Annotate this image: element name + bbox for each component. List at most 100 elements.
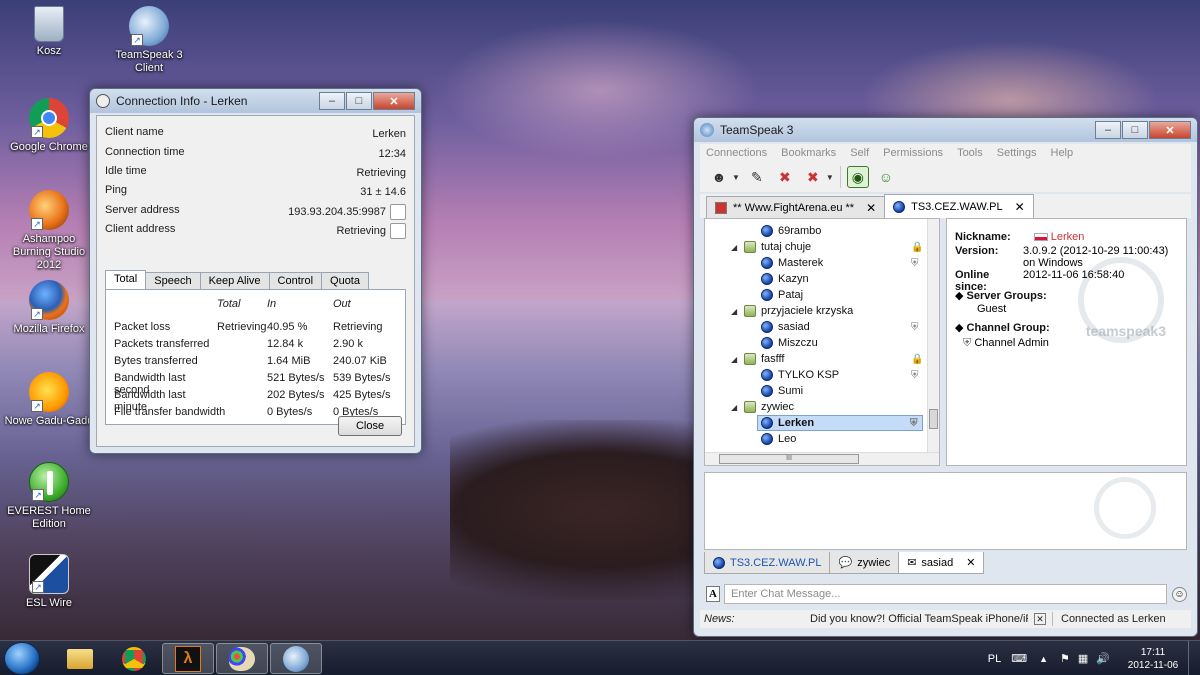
tree-user[interactable]: Kazyn (761, 271, 809, 287)
close-tab-icon[interactable]: ✕ (966, 556, 975, 569)
dropdown-arrow-icon[interactable]: ▼ (732, 173, 740, 182)
show-hidden-icons[interactable]: ▲ (1039, 654, 1048, 664)
text-format-icon[interactable]: A (706, 586, 720, 602)
desktop-icon-gadu-gadu[interactable]: ↗ Nowe Gadu-Gadu (4, 372, 94, 428)
news-ticker[interactable]: Did you know?! Official TeamSpeak iPhone… (810, 613, 1028, 625)
desktop-icon-firefox[interactable]: ↗ Mozilla Firefox (4, 280, 94, 336)
subscribe-icon[interactable]: ◉ (846, 166, 869, 188)
language-indicator[interactable]: PL (988, 653, 1001, 665)
tab-speech[interactable]: Speech (145, 272, 201, 289)
gadu-gadu-icon: ↗ (29, 372, 69, 412)
show-desktop-button[interactable] (1188, 641, 1200, 675)
taskbar-chrome[interactable] (108, 643, 160, 674)
menu-connections[interactable]: Connections (706, 147, 767, 159)
tree-user[interactable]: Sumi (761, 383, 803, 399)
server-groups-header: ◆ Server Groups: (955, 289, 1047, 302)
emoticon-icon[interactable]: ☺ (1172, 587, 1187, 602)
server-tab-fightarena[interactable]: ** Www.FightArena.eu ** ✕ (706, 196, 886, 218)
menu-settings[interactable]: Settings (997, 147, 1037, 159)
lock-icon: 🔒 (911, 241, 924, 253)
chat-tab-private[interactable]: ✉ sasiad ✕ (898, 552, 985, 574)
tab-quota[interactable]: Quota (321, 272, 369, 289)
menu-self[interactable]: Self (850, 147, 869, 159)
close-tab-icon[interactable]: ✕ (866, 201, 876, 215)
desktop-icon-ashampoo[interactable]: ↗ Ashampoo Burning Studio 2012 (4, 190, 94, 272)
tree-user[interactable]: sasiad ⛨ (761, 319, 921, 335)
mute-microphone-icon[interactable]: ✖ (774, 166, 796, 188)
info-label: Server address (105, 204, 180, 216)
copy-icon[interactable] (390, 204, 406, 220)
tab-total[interactable]: Total (105, 270, 147, 289)
minimize-button[interactable]: ‒ (1095, 121, 1121, 139)
vertical-scrollbar[interactable] (927, 219, 939, 453)
desktop-icon-recycle-bin[interactable]: Kosz (4, 6, 94, 58)
away-status-icon[interactable]: ☻ (708, 166, 730, 188)
taskbar-paint[interactable] (216, 643, 268, 674)
tab-control[interactable]: Control (268, 272, 323, 289)
volume-icon[interactable]: 🔊 (1096, 652, 1110, 665)
copy-icon[interactable] (390, 223, 406, 239)
close-tab-icon[interactable]: ✕ (1015, 200, 1025, 214)
mute-speakers-icon[interactable]: ✖ (802, 166, 824, 188)
action-center-icon[interactable]: ⚑ (1060, 652, 1070, 665)
expander-icon[interactable]: ◢ (731, 243, 739, 252)
network-icon[interactable]: ▦ (1078, 652, 1088, 665)
chat-watermark-logo (1094, 477, 1156, 539)
chat-tab-channel[interactable]: 💬 zywiec (829, 552, 900, 574)
tab-keep-alive[interactable]: Keep Alive (199, 272, 270, 289)
menu-permissions[interactable]: Permissions (883, 147, 943, 159)
expander-icon[interactable]: ◢ (731, 403, 739, 412)
tree-user-selected[interactable]: Lerken ⛨ (757, 415, 923, 431)
tree-channel[interactable]: ◢ fasfff 🔒 (731, 351, 923, 367)
tree-user[interactable]: TYLKO KSP ⛨ (761, 367, 921, 383)
channel-icon (744, 401, 756, 413)
scrollbar-thumb[interactable] (929, 409, 938, 429)
tree-user[interactable]: Masterek ⛨ (761, 255, 921, 271)
tree-label: Leo (778, 433, 797, 445)
close-window-button[interactable]: ✕ (373, 92, 415, 110)
menu-help[interactable]: Help (1051, 147, 1074, 159)
taskbar-explorer[interactable] (54, 643, 106, 674)
wand-icon[interactable]: ✎ (746, 166, 768, 188)
contacts-icon[interactable]: ☺ (875, 166, 897, 188)
desktop-icon-teamspeak[interactable]: ↗ TeamSpeak 3 Client (104, 6, 194, 75)
keyboard-icon[interactable]: ⌨ (1011, 652, 1027, 665)
close-window-button[interactable]: ✕ (1149, 121, 1191, 139)
tree-user[interactable]: Miszczu (761, 335, 818, 351)
scrollbar-thumb[interactable]: III (719, 454, 859, 464)
taskbar-teamspeak[interactable] (270, 643, 322, 674)
chat-log[interactable] (704, 472, 1187, 550)
tree-channel[interactable]: ◢ przyjaciele krzyska (731, 303, 853, 319)
dropdown-arrow-icon[interactable]: ▼ (826, 173, 834, 182)
menu-bookmarks[interactable]: Bookmarks (781, 147, 836, 159)
close-button[interactable]: Close (338, 416, 402, 436)
maximize-button[interactable]: □ (346, 92, 372, 110)
chat-tab-server[interactable]: TS3.CEZ.WAW.PL (704, 552, 831, 574)
tree-user[interactable]: 69rambo (761, 223, 821, 239)
clock[interactable]: 17:11 2012-11-06 (1118, 646, 1188, 672)
close-news-icon[interactable]: ✕ (1034, 613, 1046, 625)
expander-icon[interactable]: ◢ (731, 355, 739, 364)
desktop-icon-esl-wire[interactable]: ↗ ESL Wire (4, 554, 94, 610)
taskbar-half-life[interactable]: λ (162, 643, 214, 674)
desktop-icon-everest[interactable]: ↗ EVEREST Home Edition (4, 462, 94, 531)
tree-user[interactable]: Pataj (761, 287, 803, 303)
tree-channel[interactable]: ◢ zywiec (731, 399, 794, 415)
server-tab-cez[interactable]: TS3.CEZ.WAW.PL ✕ (884, 194, 1034, 218)
connection-info-titlebar[interactable]: Connection Info - Lerken ‒ □ ✕ (90, 89, 421, 113)
expander-icon[interactable]: ◢ (731, 307, 739, 316)
menu-tools[interactable]: Tools (957, 147, 983, 159)
start-button[interactable] (4, 642, 40, 675)
stats-out: Retrieving (333, 321, 383, 333)
maximize-button[interactable]: □ (1122, 121, 1148, 139)
tree-user[interactable]: Leo (761, 431, 796, 447)
horizontal-scrollbar[interactable]: III (705, 452, 939, 465)
chat-message-input[interactable]: Enter Chat Message... (724, 584, 1167, 604)
desktop-icon-chrome[interactable]: ↗ Google Chrome (4, 98, 94, 154)
teamspeak-titlebar[interactable]: TeamSpeak 3 ‒ □ ✕ (694, 118, 1197, 142)
tree-channel[interactable]: ◢ tutaj chuje 🔒 (731, 239, 924, 255)
minimize-button[interactable]: ‒ (319, 92, 345, 110)
info-label: Idle time (105, 165, 147, 177)
info-value: 31 ± 14.6 (360, 186, 406, 198)
version-row: Version: 3.0.9.2 (2012-10-29 11:00:43) o… (955, 245, 1170, 269)
